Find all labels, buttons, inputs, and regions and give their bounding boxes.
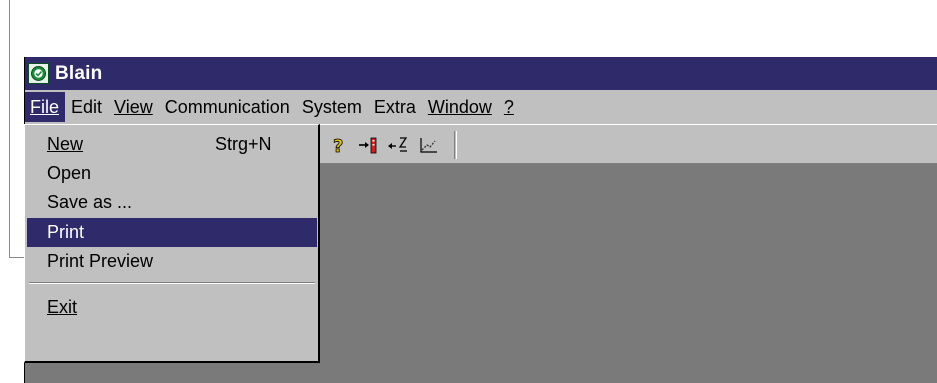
file-menu-exit-label: Exit	[47, 297, 78, 317]
send-to-device-icon[interactable]	[358, 135, 380, 155]
file-menu-dropdown: New Strg+N Open Save as ... Print Print …	[24, 124, 320, 363]
menu-communication[interactable]: Communication	[159, 92, 296, 122]
receive-from-device-icon[interactable]	[387, 135, 409, 155]
file-menu-open[interactable]: Open	[27, 159, 317, 188]
file-menu-exit[interactable]: Exit	[27, 293, 317, 322]
file-menu-new-shortcut: Strg+N	[215, 134, 272, 154]
menu-communication-label: Communication	[164, 97, 290, 117]
file-menu-separator	[29, 282, 315, 284]
file-menu-new[interactable]: New Strg+N	[27, 130, 317, 159]
help-icon[interactable]: ?	[329, 135, 351, 158]
title-bar[interactable]: Blain	[24, 57, 937, 90]
menu-file-label: File	[30, 97, 60, 117]
toolbar-separator	[454, 131, 457, 159]
file-menu-open-label: Open	[47, 163, 92, 183]
blain-app-icon[interactable]	[28, 63, 49, 84]
window-title: Blain	[55, 62, 103, 84]
svg-text:?: ?	[333, 136, 343, 155]
menu-window-label: Window	[427, 97, 492, 117]
trend-chart-icon[interactable]	[417, 135, 439, 155]
menu-extra-label: Extra	[373, 97, 416, 117]
file-menu-save-as-label: Save as ...	[47, 192, 133, 212]
menu-system-label: System	[301, 97, 362, 117]
application-window: Blain File Edit View Communication Syste…	[24, 57, 937, 383]
menu-help[interactable]: ?	[498, 92, 520, 122]
menu-window[interactable]: Window	[422, 92, 498, 122]
callout-line-vertical	[9, 0, 10, 258]
file-menu-print-preview[interactable]: Print Preview	[27, 247, 317, 276]
menu-help-label: ?	[503, 97, 514, 117]
file-menu-save-as[interactable]: Save as ...	[27, 188, 317, 217]
file-menu-print[interactable]: Print	[27, 218, 317, 247]
menu-edit[interactable]: Edit	[65, 92, 108, 122]
menu-bar: File Edit View Communication System Extr…	[24, 90, 937, 124]
file-menu-print-label: Print	[47, 222, 85, 242]
menu-edit-label: Edit	[71, 97, 103, 117]
file-menu-print-preview-label: Print Preview	[47, 251, 154, 271]
menu-file[interactable]: File	[24, 92, 66, 122]
file-menu-new-label: New	[47, 134, 84, 154]
menu-view-label: View	[114, 97, 153, 117]
menu-view[interactable]: View	[108, 92, 159, 122]
menu-system[interactable]: System	[296, 92, 368, 122]
menu-extra[interactable]: Extra	[368, 92, 422, 122]
